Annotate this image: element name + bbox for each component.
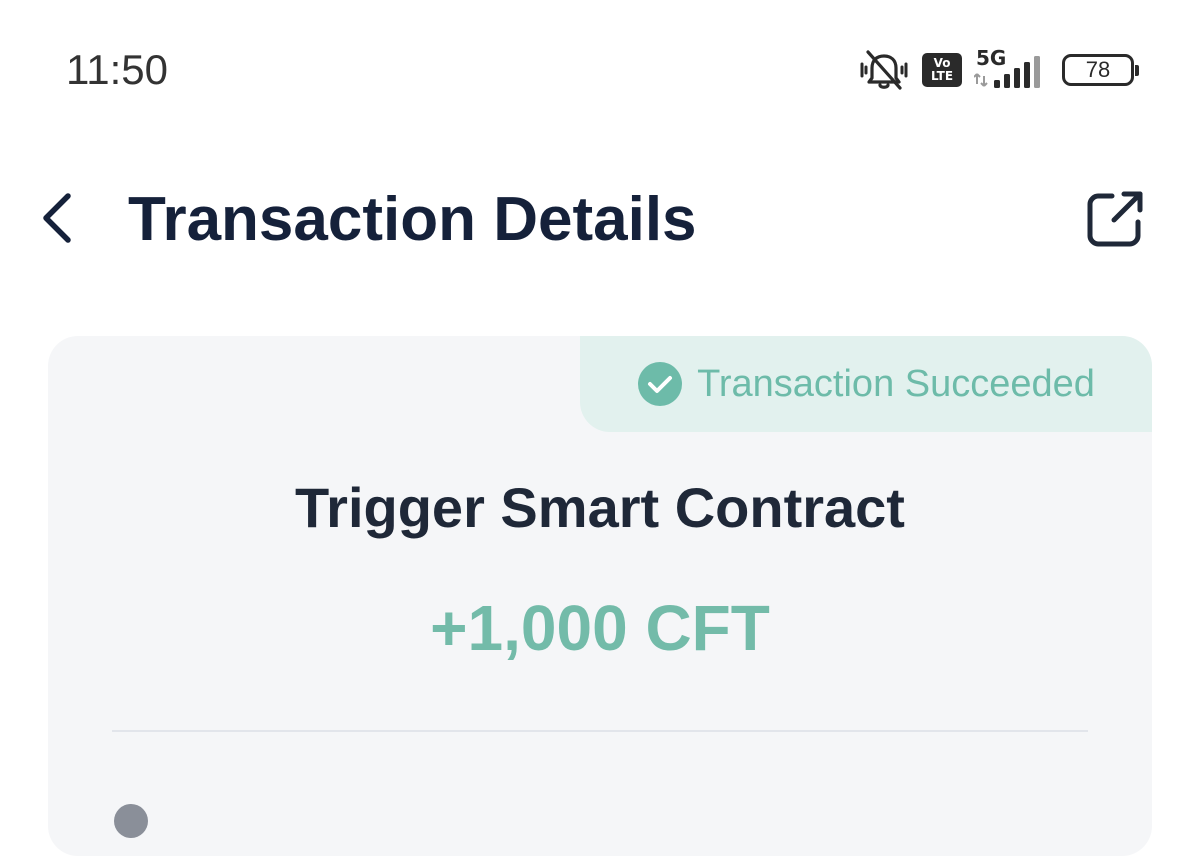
transaction-type: Trigger Smart Contract — [295, 476, 905, 539]
volte-icon: Vo LTE — [922, 53, 962, 87]
divider — [112, 730, 1088, 732]
transaction-card: Transaction Succeeded Trigger Smart Cont… — [48, 336, 1152, 856]
mute-icon — [860, 50, 908, 90]
status-label: Transaction Succeeded — [697, 362, 1095, 405]
page-title: Transaction Details — [128, 185, 697, 254]
status-icons: Vo LTE 5G 78 — [858, 46, 1139, 92]
battery-level: 78 — [1085, 57, 1111, 82]
share-button[interactable] — [1080, 184, 1150, 254]
transaction-amount: +1,000 CFT — [430, 592, 770, 664]
external-link-icon — [1087, 191, 1143, 247]
volte-bottom: LTE — [930, 69, 954, 83]
status-time: 11:50 — [66, 46, 168, 93]
detail-row-icon — [114, 804, 148, 838]
chevron-left-icon — [43, 193, 71, 243]
battery-icon: 78 — [1062, 54, 1139, 86]
check-circle-icon — [638, 362, 683, 406]
status-banner: Transaction Succeeded — [580, 336, 1152, 432]
back-button[interactable] — [30, 186, 82, 250]
signal-icon: 5G — [974, 46, 1050, 92]
